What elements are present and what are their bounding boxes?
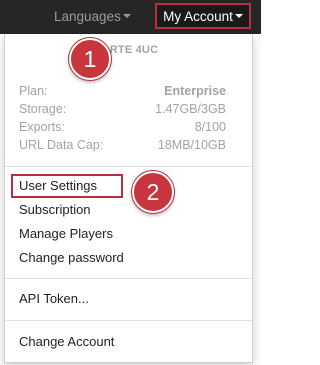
menu-item-change-password[interactable]: Change password bbox=[19, 250, 124, 265]
languages-label: Languages bbox=[54, 9, 121, 24]
stat-plan: Plan: Enterprise bbox=[19, 84, 226, 102]
menu-divider bbox=[5, 278, 252, 279]
stat-value: 1.47GB/3GB bbox=[155, 102, 226, 116]
stat-value: 8/100 bbox=[194, 120, 226, 134]
menu-item-manage-players[interactable]: Manage Players bbox=[19, 226, 113, 241]
stat-label: Storage: bbox=[19, 102, 67, 116]
my-account-label: My Account bbox=[163, 9, 233, 24]
chevron-down-icon bbox=[122, 14, 131, 19]
menu-divider bbox=[5, 320, 252, 321]
stat-value: Enterprise bbox=[164, 84, 226, 98]
stat-label: URL Data Cap: bbox=[19, 138, 104, 152]
stat-exports: Exports: 8/100 bbox=[19, 120, 226, 138]
stat-value: 18MB/10GB bbox=[157, 138, 226, 152]
stat-storage: Storage: 1.47GB/3GB bbox=[19, 102, 226, 120]
stat-url-data-cap: URL Data Cap: 18MB/10GB bbox=[19, 138, 226, 156]
user-settings-highlight bbox=[11, 174, 123, 198]
stat-label: Exports: bbox=[19, 120, 65, 134]
languages-dropdown-button[interactable]: Languages bbox=[54, 9, 131, 24]
menu-item-subscription[interactable]: Subscription bbox=[19, 202, 91, 217]
menu-divider bbox=[5, 166, 252, 167]
menu-item-api-token[interactable]: API Token... bbox=[19, 291, 89, 306]
stat-label: Plan: bbox=[19, 84, 48, 98]
chevron-down-icon bbox=[234, 14, 243, 19]
menu-item-change-account[interactable]: Change Account bbox=[19, 334, 114, 349]
step-1-badge: 1 bbox=[69, 38, 111, 80]
step-2-badge: 2 bbox=[132, 171, 174, 213]
top-navbar: Languages My Account bbox=[0, 0, 261, 34]
my-account-dropdown-button[interactable]: My Account bbox=[155, 3, 251, 29]
